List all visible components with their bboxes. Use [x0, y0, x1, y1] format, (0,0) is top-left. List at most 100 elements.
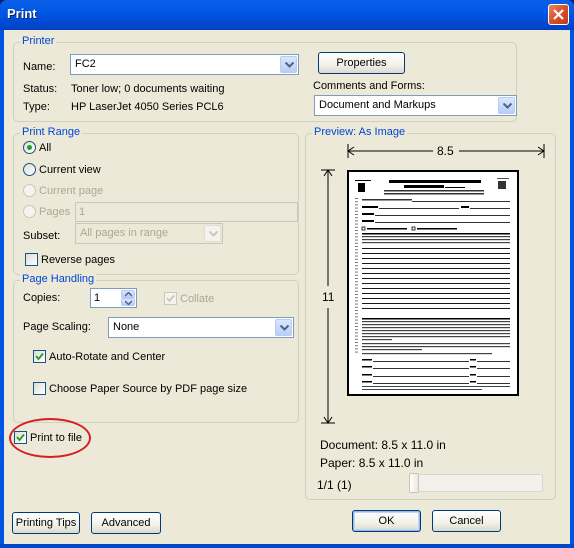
- ruled-line: [362, 248, 510, 249]
- line-number-mark: [355, 214, 358, 215]
- paper-source-checkbox[interactable]: [33, 382, 46, 395]
- radio-all-label[interactable]: All: [39, 142, 51, 154]
- line-number-mark: [355, 338, 358, 340]
- subset-value: All pages in range: [80, 227, 169, 239]
- printer-type-label: Type:: [23, 101, 50, 113]
- copies-input[interactable]: 1: [90, 288, 137, 308]
- copies-spinner[interactable]: [121, 290, 135, 306]
- line-number-mark: [355, 313, 358, 315]
- document-size-text: Document: 8.5 x 11.0 in: [320, 438, 446, 452]
- radio-current-view-label[interactable]: Current view: [39, 164, 101, 176]
- radio-current-view[interactable]: [23, 163, 36, 176]
- printing-tips-button[interactable]: Printing Tips: [12, 512, 80, 534]
- printer-group-label: Printer: [20, 35, 57, 47]
- page-handling-group-label: Page Handling: [20, 273, 97, 285]
- line-number-mark: [355, 246, 358, 247]
- line-number-mark: [355, 351, 358, 353]
- ruled-lines: [362, 248, 510, 309]
- width-dimension-label: 8.5: [437, 144, 454, 158]
- collate-checkbox: [164, 292, 177, 305]
- comments-forms-label: Comments and Forms:: [313, 80, 425, 92]
- comments-forms-select[interactable]: Document and Markups: [314, 95, 517, 116]
- reverse-pages-checkbox[interactable]: [25, 253, 38, 266]
- reverse-pages-label[interactable]: Reverse pages: [41, 254, 115, 266]
- auto-rotate-checkbox[interactable]: [33, 350, 46, 363]
- printer-name-label: Name:: [23, 61, 56, 73]
- line-number-mark: [355, 284, 358, 286]
- line-number-mark: [355, 262, 358, 263]
- line-number-mark: [355, 233, 358, 235]
- line-number-mark: [355, 300, 358, 302]
- radio-pages-label: Pages: [39, 206, 71, 218]
- line-number-mark: [355, 271, 358, 273]
- collate-label: Collate: [180, 293, 215, 305]
- properties-button[interactable]: Properties: [318, 52, 405, 74]
- line-number-mark: [355, 310, 358, 311]
- line-number-mark: [355, 265, 358, 267]
- line-number-mark: [355, 329, 358, 331]
- red-highlight-ellipse: [9, 418, 91, 458]
- pages-input-value: 1: [79, 206, 86, 218]
- page-slider-thumb[interactable]: [409, 473, 419, 493]
- line-number-mark: [355, 319, 358, 321]
- paper-source-label[interactable]: Choose Paper Source by PDF page size: [49, 383, 247, 395]
- radio-pages: [23, 205, 36, 218]
- line-number-mark: [355, 239, 358, 241]
- ok-button[interactable]: OK: [352, 510, 421, 532]
- line-number-mark: [355, 252, 358, 254]
- chevron-down-icon[interactable]: [275, 319, 292, 336]
- subset-select: All pages in range: [75, 223, 223, 244]
- checkmark-icon: [166, 294, 175, 303]
- checkmark-icon: [35, 352, 44, 361]
- preview-page-thumbnail: [347, 170, 519, 396]
- document-preview-image: [355, 178, 510, 390]
- auto-rotate-label[interactable]: Auto-Rotate and Center: [49, 351, 165, 363]
- spin-down-icon[interactable]: [121, 298, 135, 306]
- line-numbers: [355, 198, 358, 353]
- line-number-mark: [355, 290, 358, 292]
- line-number-mark: [355, 226, 358, 228]
- close-x-icon: [553, 9, 564, 20]
- title-bar[interactable]: Print: [0, 0, 574, 30]
- preview-group-label: Preview: As Image: [312, 126, 408, 138]
- radio-all[interactable]: [23, 141, 36, 154]
- line-number-mark: [355, 249, 358, 251]
- printer-type-value: HP LaserJet 4050 Series PCL6: [71, 101, 224, 113]
- line-number-mark: [355, 297, 358, 299]
- line-number-mark: [355, 258, 358, 260]
- body-text: [362, 318, 510, 390]
- ruled-line: [362, 268, 510, 269]
- window-title: Print: [7, 6, 37, 21]
- line-number-mark: [355, 348, 358, 350]
- print-range-group-label: Print Range: [20, 126, 83, 138]
- line-number-mark: [355, 278, 358, 279]
- line-number-mark: [355, 230, 358, 231]
- advanced-button[interactable]: Advanced: [91, 512, 161, 534]
- copies-label: Copies:: [23, 292, 61, 304]
- line-number-mark: [355, 268, 358, 270]
- line-number-mark: [355, 281, 358, 283]
- chevron-down-icon[interactable]: [280, 56, 297, 73]
- page-scaling-select[interactable]: None: [108, 317, 294, 338]
- line-number-mark: [355, 210, 358, 212]
- printer-name-select[interactable]: FC2: [70, 54, 299, 75]
- spin-up-icon[interactable]: [121, 290, 135, 298]
- close-button[interactable]: [548, 4, 569, 25]
- form-fields: [361, 199, 510, 244]
- cancel-button[interactable]: Cancel: [432, 510, 501, 532]
- chevron-down-icon[interactable]: [498, 97, 515, 114]
- line-number-mark: [355, 316, 358, 318]
- ruled-line: [362, 258, 510, 259]
- pages-input: 1: [75, 202, 298, 222]
- radio-current-page: [23, 184, 36, 197]
- radio-current-page-label: Current page: [39, 185, 104, 197]
- page-slider-track[interactable]: [410, 474, 543, 492]
- line-number-mark: [355, 294, 358, 295]
- ruled-line: [362, 293, 510, 294]
- line-number-mark: [355, 342, 358, 343]
- chevron-down-icon: [204, 225, 221, 242]
- line-number-mark: [355, 217, 358, 219]
- line-number-mark: [355, 220, 358, 222]
- ruled-line: [362, 273, 510, 274]
- line-number-mark: [355, 345, 358, 347]
